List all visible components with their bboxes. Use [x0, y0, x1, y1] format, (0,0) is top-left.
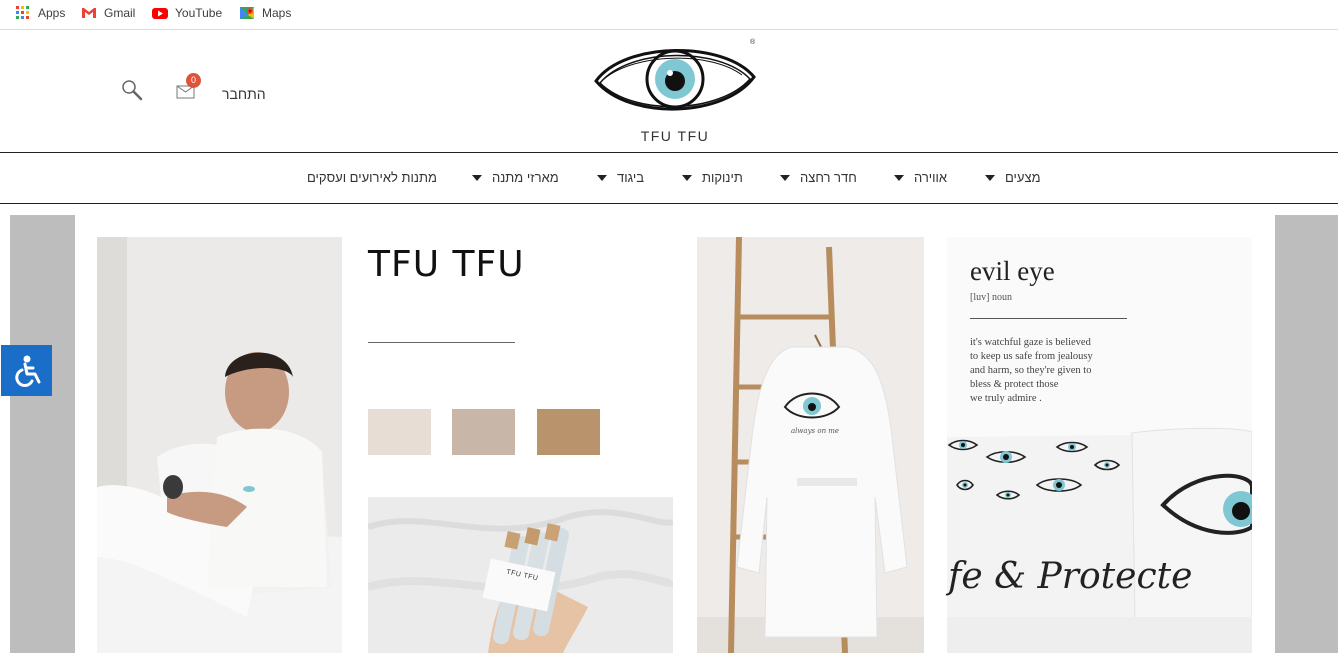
nav-item-label: מארזי מתנה	[492, 170, 559, 185]
site-header: 0 התחבר ® TFU TFU	[0, 31, 1338, 152]
bookmark-label: Gmail	[104, 6, 136, 20]
brand-name: TFU TFU	[640, 128, 710, 144]
definition-line: it's watchful gaze is believed	[970, 337, 1091, 348]
youtube-icon	[152, 5, 168, 21]
wheelchair-icon	[14, 355, 40, 387]
collage-title: TFU TFU	[368, 244, 525, 285]
nav-item-label: תינוקות	[702, 170, 743, 185]
caret-down-icon	[780, 174, 790, 181]
nav-item-bedding[interactable]: מצעים	[985, 170, 1041, 185]
nav-item-clothing[interactable]: ביגוד	[597, 170, 644, 185]
login-link[interactable]: התחבר	[222, 86, 266, 102]
maps-icon	[239, 5, 255, 21]
evil-eye-rule	[970, 318, 1127, 319]
nav-item-label: חדר רחצה	[800, 170, 857, 185]
robe-script: always on me	[791, 427, 840, 435]
banner-photo-tubes: TFU TFU	[368, 497, 673, 653]
bookmark-label: Apps	[38, 6, 66, 20]
search-icon[interactable]	[121, 79, 143, 101]
caret-down-icon	[472, 174, 482, 181]
definition-line: bless & protect those	[970, 379, 1059, 390]
nav-item-event-gifts[interactable]: מתנות לאירועים ועסקים	[307, 170, 437, 185]
nav-item-label: אווירה	[914, 170, 948, 185]
bookmarks-bar: Apps Gmail YouTube Maps	[0, 0, 1338, 30]
bookmark-apps[interactable]: Apps	[15, 4, 65, 22]
color-swatch-3	[537, 409, 600, 455]
banner-photo-man	[97, 237, 342, 653]
caret-down-icon	[597, 174, 607, 181]
banner-photo-robe: always on me	[697, 237, 924, 653]
nav-item-babies[interactable]: תינוקות	[682, 170, 743, 185]
gmail-icon	[81, 5, 97, 21]
nav-item-ambience[interactable]: אווירה	[894, 170, 947, 185]
bookmark-maps[interactable]: Maps	[239, 4, 291, 22]
slider-side-left	[10, 215, 75, 653]
definition-line: we truly admire .	[970, 393, 1042, 404]
slider-side-right	[1275, 215, 1338, 653]
pillow-script-text: fe & Protecte	[948, 556, 1193, 597]
apps-grid-icon	[15, 5, 31, 21]
nav-item-gift-boxes[interactable]: מארזי מתנה	[472, 170, 559, 185]
nav-item-label: מצעים	[1005, 170, 1041, 185]
nav-item-bathroom[interactable]: חדר רחצה	[780, 170, 857, 185]
definition-line: and harm, so they're given to	[970, 365, 1092, 376]
bookmark-label: Maps	[262, 6, 292, 20]
accessibility-button[interactable]	[1, 345, 52, 396]
nav-item-label: מתנות לאירועים ועסקים	[307, 170, 437, 185]
caret-down-icon	[985, 174, 995, 181]
color-swatch-1	[368, 409, 431, 455]
cart-count-badge: 0	[186, 73, 201, 88]
site-logo[interactable]	[590, 39, 760, 123]
caret-down-icon	[682, 174, 692, 181]
definition-line: to keep us safe from jealousy	[970, 351, 1093, 362]
evil-eye-title: evil eye	[970, 256, 1055, 286]
evil-eye-pronunciation: [luv] noun	[970, 292, 1012, 303]
bookmark-youtube[interactable]: YouTube	[152, 4, 222, 22]
nav-item-label: ביגוד	[617, 170, 644, 185]
bookmark-gmail[interactable]: Gmail	[81, 4, 135, 22]
evil-eye-definition: it's watchful gaze is believed to keep u…	[970, 336, 1130, 406]
color-swatch-2	[452, 409, 515, 455]
registered-mark: ®	[750, 39, 756, 46]
caret-down-icon	[894, 174, 904, 181]
main-nav: מצעים אווירה חדר רחצה תינוקות ביגוד מארז…	[0, 152, 1338, 204]
title-underline	[368, 342, 515, 343]
bookmark-label: YouTube	[175, 6, 223, 20]
